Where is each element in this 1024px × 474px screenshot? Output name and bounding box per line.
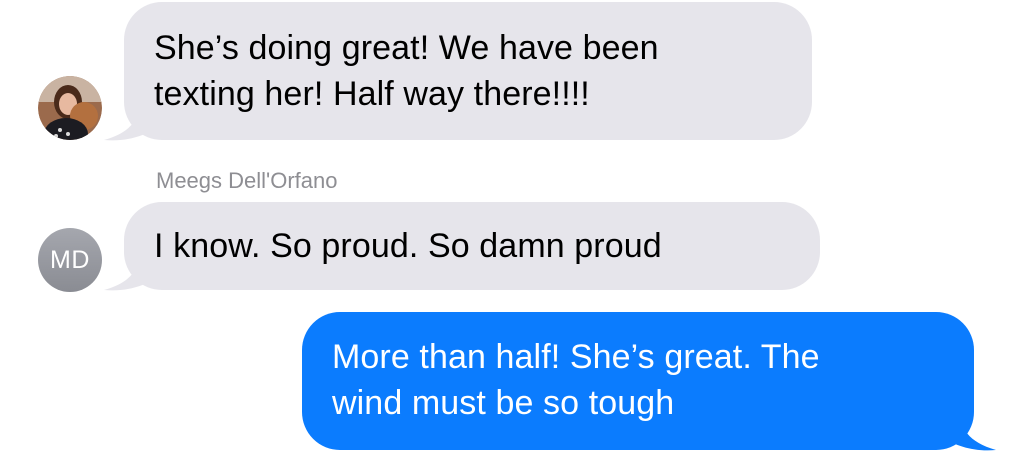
contact-photo-icon xyxy=(38,76,102,140)
message-text-line: More than half! She’s great. The xyxy=(332,338,820,376)
message-text-line: texting her! Half way there!!!! xyxy=(154,75,590,113)
message-text-line: I know. So proud. So damn proud xyxy=(154,227,662,265)
message-bubble[interactable]: She’s doing great! We have been texting … xyxy=(124,2,812,140)
sender-name: Meegs Dell'Orfano xyxy=(156,168,338,193)
message-text-line: wind must be so tough xyxy=(332,384,675,422)
message-text-line: She’s doing great! We have been xyxy=(154,29,659,67)
message-bubble[interactable]: More than half! She’s great. The wind mu… xyxy=(302,312,974,450)
initials-avatar[interactable]: MD xyxy=(38,228,102,292)
contact-photo-avatar[interactable] xyxy=(38,76,102,140)
message-bubble[interactable]: I know. So proud. So damn proud xyxy=(124,202,820,290)
